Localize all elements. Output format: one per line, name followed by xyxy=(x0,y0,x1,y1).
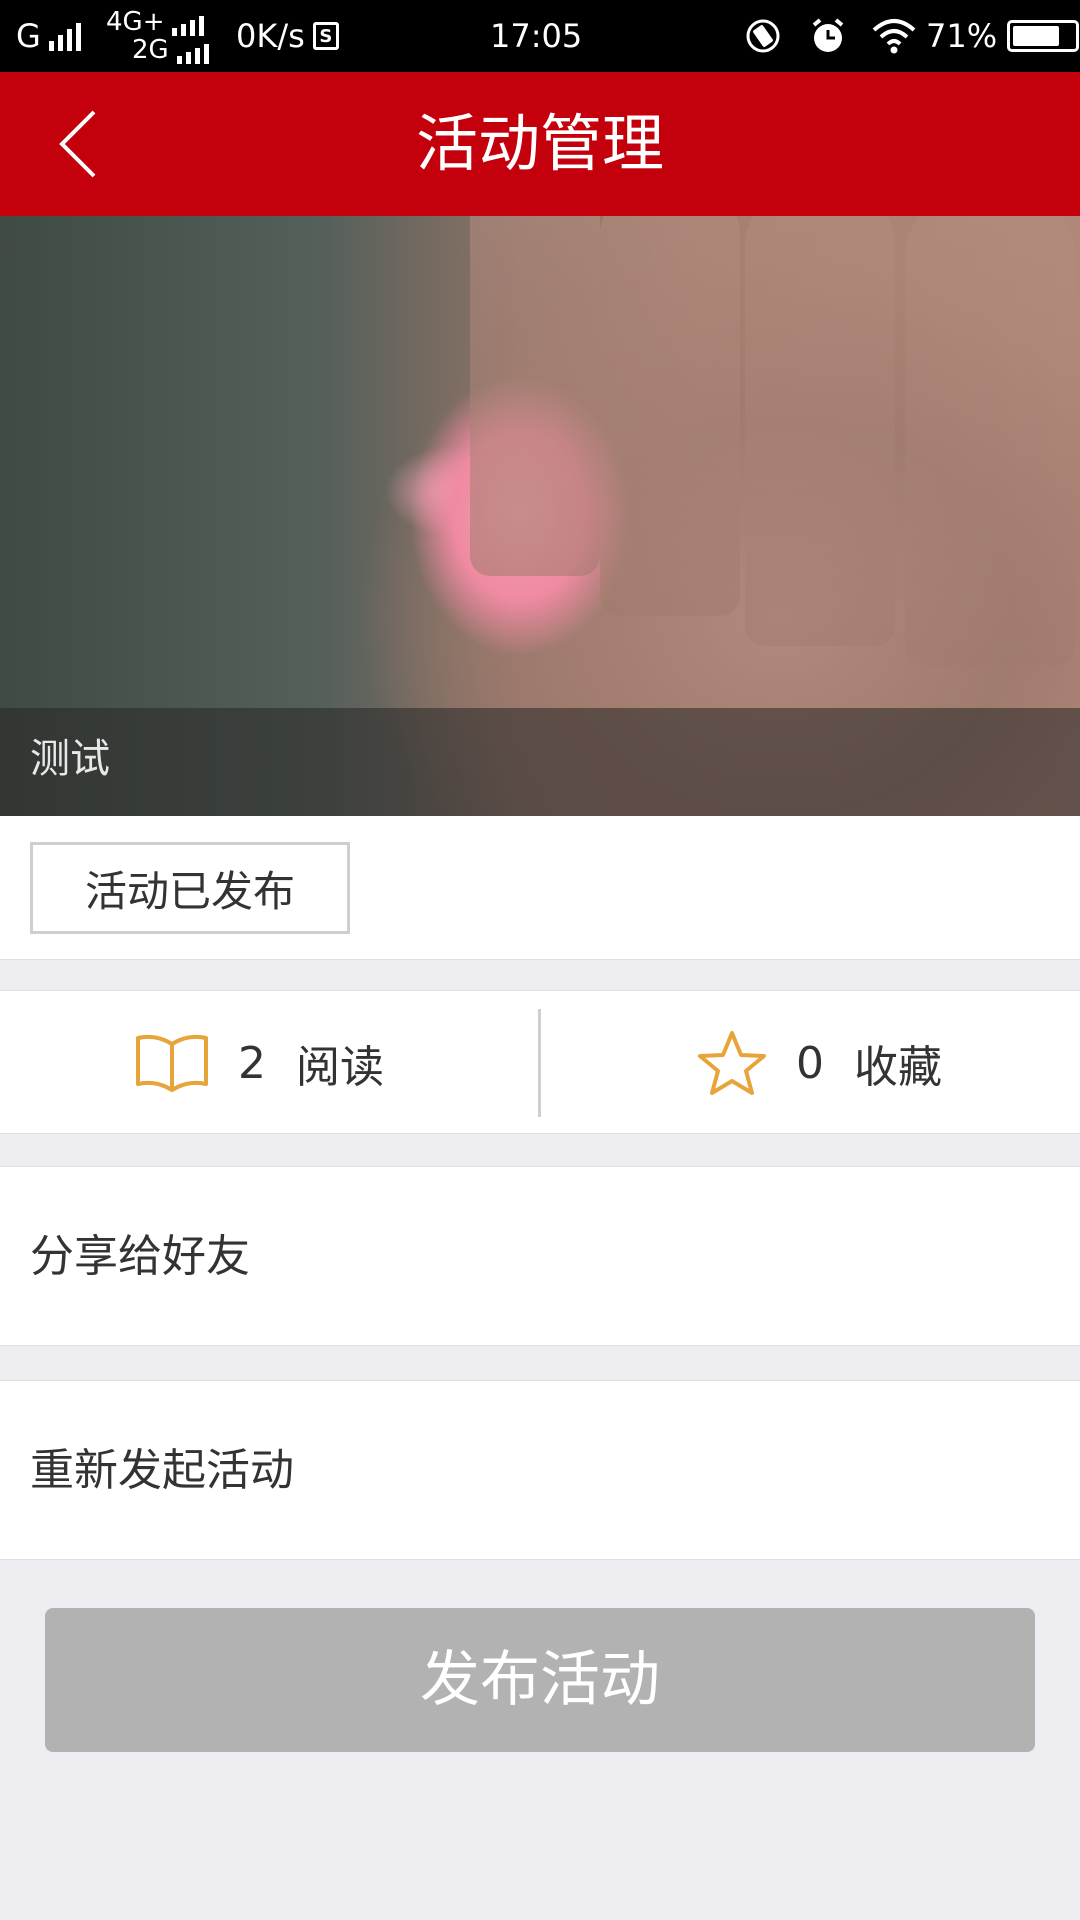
banner-photo-detail xyxy=(905,216,1075,666)
battery-percent: 71% xyxy=(926,17,998,55)
sim-icon: S xyxy=(312,22,339,50)
stats-bar: 2 阅读 0 收藏 xyxy=(0,990,1080,1134)
carrier-label: G xyxy=(16,17,41,55)
network-type-top: 4G+ xyxy=(106,7,165,37)
net-speed: 0K/s xyxy=(236,17,305,55)
favorite-label: 收藏 xyxy=(854,1042,942,1093)
signal-group: G xyxy=(16,0,81,72)
rotation-lock-icon xyxy=(746,19,780,53)
relaunch-label: 重新发起活动 xyxy=(30,1445,294,1496)
relaunch-row[interactable]: 重新发起活动 xyxy=(0,1380,1080,1560)
signal-icon xyxy=(176,42,209,64)
alarm-icon xyxy=(812,18,844,52)
wifi-icon xyxy=(872,19,916,54)
favorite-stat: 0 收藏 xyxy=(696,991,942,1135)
read-stat: 2 阅读 xyxy=(134,991,384,1135)
banner-caption-overlay xyxy=(0,708,1080,816)
activity-title: 测试 xyxy=(30,736,110,782)
read-count: 2 xyxy=(238,1037,266,1089)
status-icons: 71% xyxy=(744,0,1080,72)
banner-photo-detail xyxy=(745,216,895,646)
page-title: 活动管理 xyxy=(415,107,664,180)
signal-icon xyxy=(172,14,205,36)
app-header: 活动管理 xyxy=(0,72,1080,216)
banner-photo-detail xyxy=(470,216,600,576)
read-label: 阅读 xyxy=(296,1042,384,1093)
network-group: 4G+ 2G xyxy=(106,0,209,72)
clock: 17:05 xyxy=(490,17,583,55)
status-bar: G 4G+ 2G 0K/s S 17:05 71% xyxy=(0,0,1080,72)
banner-photo-detail xyxy=(600,216,740,616)
status-section: 活动已发布 xyxy=(0,816,1080,960)
activity-cover-image[interactable]: 测试 xyxy=(0,216,1080,816)
network-type-bottom: 2G xyxy=(132,35,169,65)
favorite-count: 0 xyxy=(796,1037,824,1089)
battery-icon xyxy=(1007,20,1080,52)
share-label: 分享给好友 xyxy=(30,1231,250,1282)
net-speed-group: 0K/s S xyxy=(236,0,339,72)
share-row[interactable]: 分享给好友 xyxy=(0,1166,1080,1346)
book-icon xyxy=(136,1034,208,1092)
publish-activity-button[interactable]: 发布活动 xyxy=(45,1608,1035,1752)
star-icon xyxy=(698,1031,766,1095)
stats-divider xyxy=(538,1009,541,1117)
signal-icon xyxy=(48,21,81,51)
status-badge: 活动已发布 xyxy=(30,842,350,934)
